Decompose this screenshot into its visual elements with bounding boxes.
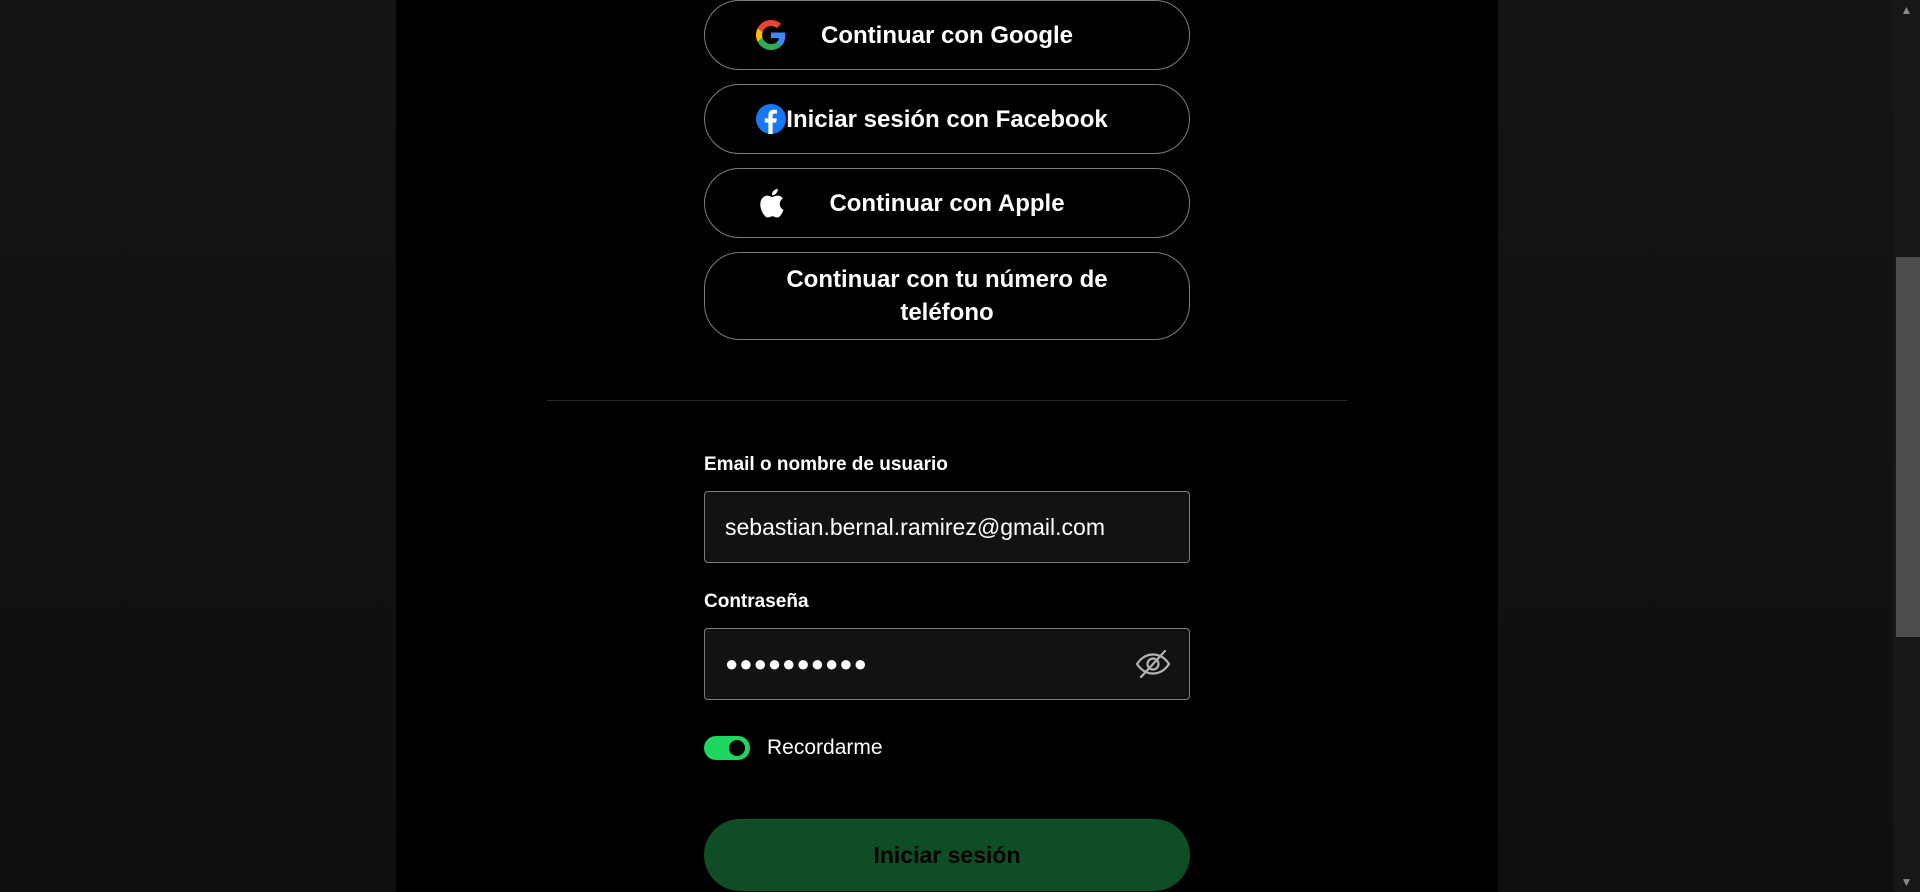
eye-slash-icon [1135,649,1171,679]
google-button-label: Continuar con Google [821,21,1073,49]
submit-login-label: Iniciar sesión [873,841,1021,868]
continue-with-google-button[interactable]: Continuar con Google [704,0,1190,70]
facebook-icon [755,103,787,135]
remember-me-toggle[interactable] [704,736,750,760]
page-scrollbar[interactable]: ▲ ▼ [1893,0,1920,892]
remember-me-label: Recordarme [767,736,883,759]
password-field-value: ●●●●●●●●●● [725,651,868,676]
password-field-label: Contraseña [704,591,809,612]
submit-login-button[interactable]: Iniciar sesión [704,819,1190,891]
google-icon [755,19,787,51]
login-with-facebook-button[interactable]: Iniciar sesión con Facebook [704,84,1190,154]
facebook-button-label: Iniciar sesión con Facebook [786,105,1108,133]
scrollbar-thumb[interactable] [1896,257,1920,637]
phone-button-label: Continuar con tu número de teléfono [786,266,1108,326]
email-field[interactable]: sebastian.bernal.ramirez@gmail.com [704,491,1190,563]
show-password-button[interactable] [1133,644,1173,684]
continue-with-apple-button[interactable]: Continuar con Apple [704,168,1190,238]
continue-with-phone-button[interactable]: Continuar con tu número de teléfono [704,252,1190,340]
apple-button-label: Continuar con Apple [829,189,1065,217]
apple-icon [755,187,787,219]
toggle-knob [729,740,745,756]
section-divider [547,400,1347,401]
chevron-up-icon[interactable]: ▲ [1893,0,1920,20]
password-field[interactable]: ●●●●●●●●●● [704,628,1190,700]
email-field-value: sebastian.bernal.ramirez@gmail.com [725,513,1105,540]
email-field-label: Email o nombre de usuario [704,454,948,475]
chevron-down-icon[interactable]: ▼ [1893,872,1920,892]
